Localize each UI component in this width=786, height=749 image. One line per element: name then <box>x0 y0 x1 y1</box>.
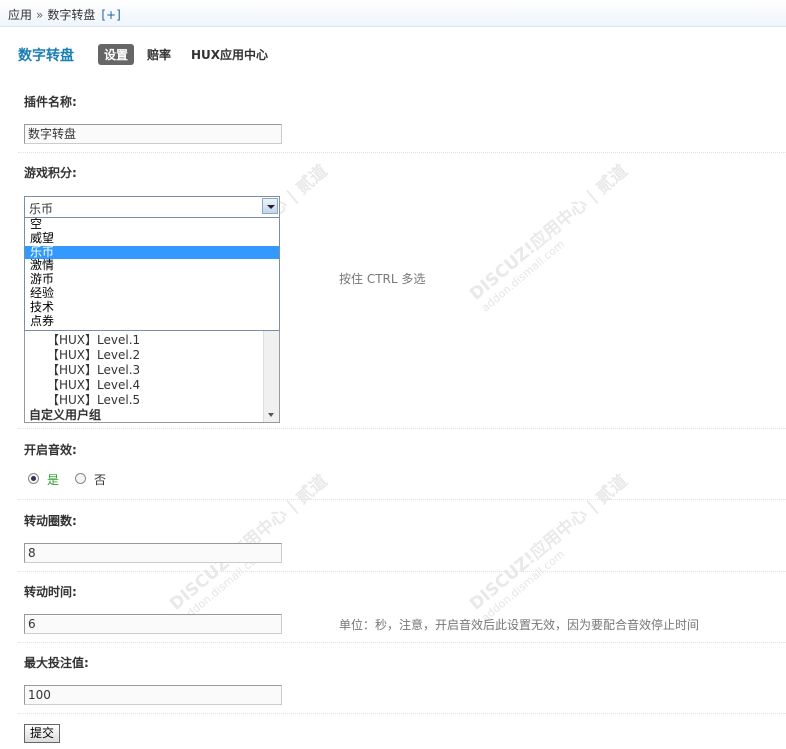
watermark: DISCUZ!应用中心 | 贰道addon.dismall.com <box>166 471 332 625</box>
max-bet-label: 最大投注值: <box>24 656 89 670</box>
game-credit-label: 游戏积分: <box>24 166 77 180</box>
dropdown-option-selected[interactable]: 乐币 <box>25 245 279 260</box>
divider <box>18 642 786 643</box>
breadcrumb: 应用 » 数字转盘 [+] <box>8 6 121 23</box>
spin-time-input[interactable] <box>24 614 282 634</box>
spin-rounds-input[interactable] <box>24 543 282 563</box>
page-title: 数字转盘 <box>18 48 74 64</box>
sound-yes-radio[interactable] <box>28 473 39 484</box>
dropdown-option[interactable]: 技术 <box>25 300 279 315</box>
dropdown-option[interactable]: 空 <box>25 218 279 232</box>
plugin-name-input[interactable] <box>24 124 282 144</box>
spin-time-label: 转动时间: <box>24 585 77 599</box>
scroll-down-icon[interactable] <box>268 413 274 417</box>
game-credit-select[interactable]: 乐币 <box>24 196 280 218</box>
divider <box>18 571 786 572</box>
spin-time-hint: 单位：秒，注意，开启音效后此设置无效，因为要配合音效停止时间 <box>339 618 700 632</box>
dropdown-arrow-icon[interactable] <box>262 198 278 214</box>
max-bet-input[interactable] <box>24 685 282 705</box>
list-group-header: 自定义用户组 <box>29 408 102 422</box>
divider <box>18 499 786 500</box>
divider <box>18 713 786 714</box>
tab-odds[interactable]: 赔率 <box>147 46 171 63</box>
divider <box>18 152 786 153</box>
breadcrumb-separator: » <box>36 8 44 22</box>
breadcrumb-root[interactable]: 应用 <box>8 8 32 22</box>
spin-rounds-label: 转动圈数: <box>24 514 77 528</box>
dropdown-option[interactable]: 点券 <box>25 314 279 329</box>
sound-no-radio[interactable] <box>75 473 86 484</box>
dropdown-option[interactable]: 威望 <box>25 231 279 246</box>
multiselect-hint: 按住 CTRL 多选 <box>339 272 426 286</box>
dropdown-option[interactable]: 经验 <box>25 286 279 301</box>
sound-no-label[interactable]: 否 <box>94 471 106 488</box>
tab-settings[interactable]: 设置 <box>98 44 135 65</box>
watermark: DISCUZ!应用中心 | 贰道addon.dismall.com <box>466 471 632 625</box>
plugin-name-label: 插件名称: <box>24 95 77 109</box>
sound-label: 开启音效: <box>24 443 77 457</box>
dropdown-option[interactable]: 激情 <box>25 259 279 273</box>
tab-hux-app-center[interactable]: HUX应用中心 <box>191 46 268 63</box>
watermark: DISCUZ!应用中心 | 贰道addon.dismall.com <box>466 161 632 315</box>
select-value: 乐币 <box>29 202 54 216</box>
game-credit-dropdown[interactable]: 空 威望 乐币 激情 游币 经验 技术 点券 <box>24 217 280 331</box>
sound-yes-label[interactable]: 是 <box>47 471 59 488</box>
breadcrumb-current: 数字转盘 <box>47 8 96 22</box>
divider <box>18 428 786 429</box>
add-to-menu-link[interactable]: [+] <box>101 8 120 22</box>
dropdown-option[interactable]: 游币 <box>25 272 279 287</box>
breadcrumb-bar: 应用 » 数字转盘 [+] <box>0 0 786 27</box>
submit-button[interactable]: 提交 <box>24 724 60 743</box>
